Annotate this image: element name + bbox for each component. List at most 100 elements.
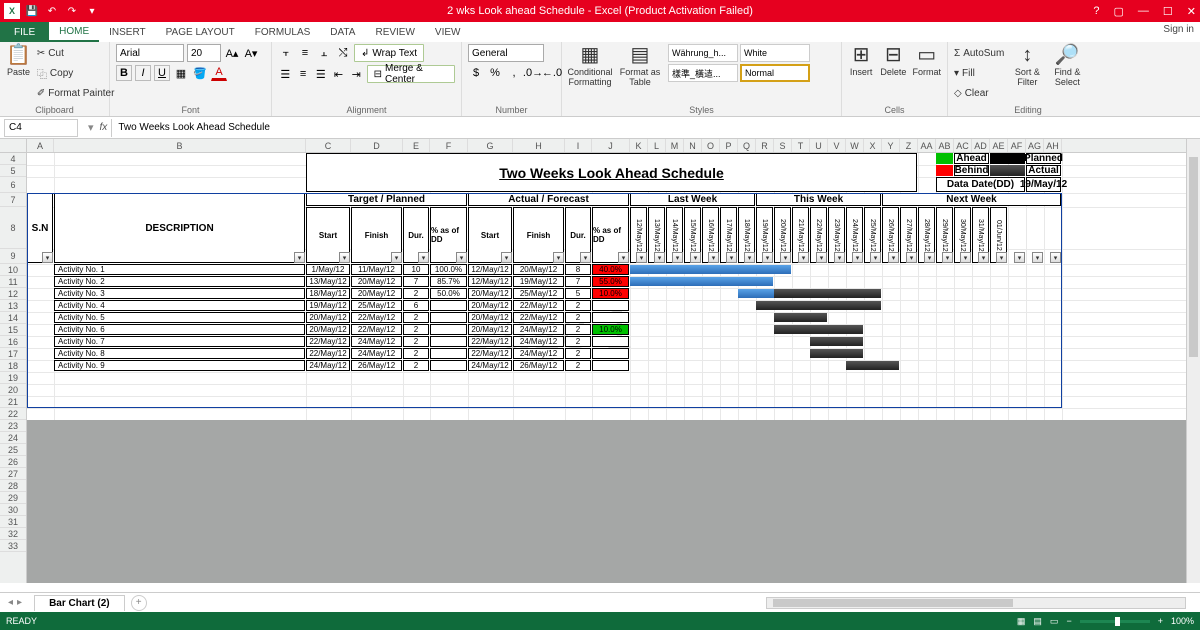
- filter-button[interactable]: ▾: [636, 252, 647, 263]
- a-dur-0[interactable]: 8: [565, 264, 591, 275]
- a-pct-4[interactable]: [592, 312, 629, 323]
- save-icon[interactable]: 💾: [24, 3, 40, 19]
- p-finish-8[interactable]: 26/May/12: [351, 360, 402, 371]
- filter-button[interactable]: ▾: [1050, 252, 1061, 263]
- row-header-21[interactable]: 21: [0, 396, 26, 408]
- filter-button[interactable]: ▾: [553, 252, 564, 263]
- ribbon-display-icon[interactable]: ▢: [1114, 5, 1124, 18]
- p-dur-3[interactable]: 6: [403, 300, 429, 311]
- p-pct-0[interactable]: 100.0%: [430, 264, 467, 275]
- col-header-AC[interactable]: AC: [954, 139, 972, 152]
- col-header-L[interactable]: L: [648, 139, 666, 152]
- col-header-J[interactable]: J: [592, 139, 630, 152]
- row-header-6[interactable]: 6: [0, 177, 26, 193]
- row-header-30[interactable]: 30: [0, 504, 26, 516]
- p-finish-3[interactable]: 25/May/12: [351, 300, 402, 311]
- row-header-23[interactable]: 23: [0, 420, 26, 432]
- align-bottom-icon[interactable]: ⫠: [316, 45, 332, 61]
- activity-desc-0[interactable]: Activity No. 1: [54, 264, 305, 275]
- insert-cells-button[interactable]: ⊞Insert: [848, 44, 874, 78]
- p-dur-2[interactable]: 2: [403, 288, 429, 299]
- a-finish-0[interactable]: 20/May/12: [513, 264, 564, 275]
- gantt-bar[interactable]: [774, 289, 881, 298]
- col-header-AD[interactable]: AD: [972, 139, 990, 152]
- fx-dropdown-icon[interactable]: ▾: [88, 121, 94, 134]
- orientation-icon[interactable]: ⤭: [335, 45, 351, 61]
- col-header-P[interactable]: P: [720, 139, 738, 152]
- filter-button[interactable]: ▾: [654, 252, 665, 263]
- a-pct-7[interactable]: [592, 348, 629, 359]
- col-header-X[interactable]: X: [864, 139, 882, 152]
- legend-planned-color[interactable]: [990, 153, 1025, 164]
- hdr-last-week[interactable]: Last Week: [630, 193, 755, 206]
- row-header-16[interactable]: 16: [0, 336, 26, 348]
- col-header-AA[interactable]: AA: [918, 139, 936, 152]
- a-start-7[interactable]: 22/May/12: [468, 348, 512, 359]
- decrease-indent-icon[interactable]: ⇤: [331, 66, 346, 82]
- p-dur-8[interactable]: 2: [403, 360, 429, 371]
- p-start-3[interactable]: 19/May/12: [306, 300, 350, 311]
- filter-button[interactable]: ▾: [816, 252, 827, 263]
- a-finish-2[interactable]: 25/May/12: [513, 288, 564, 299]
- activity-desc-5[interactable]: Activity No. 6: [54, 324, 305, 335]
- italic-button[interactable]: I: [135, 65, 151, 81]
- filter-button[interactable]: ▾: [978, 252, 989, 263]
- bold-button[interactable]: B: [116, 65, 132, 81]
- filter-button[interactable]: ▾: [852, 252, 863, 263]
- filter-button[interactable]: ▾: [726, 252, 737, 263]
- p-dur-0[interactable]: 10: [403, 264, 429, 275]
- row-header-24[interactable]: 24: [0, 432, 26, 444]
- row-header-9[interactable]: 9: [0, 249, 26, 264]
- col-header-G[interactable]: G: [468, 139, 513, 152]
- row-header-32[interactable]: 32: [0, 528, 26, 540]
- row-header-29[interactable]: 29: [0, 492, 26, 504]
- activity-desc-6[interactable]: Activity No. 7: [54, 336, 305, 347]
- p-pct-8[interactable]: [430, 360, 467, 371]
- p-dur-4[interactable]: 2: [403, 312, 429, 323]
- filter-button[interactable]: ▾: [42, 252, 53, 263]
- row-header-14[interactable]: 14: [0, 312, 26, 324]
- a-pct-8[interactable]: [592, 360, 629, 371]
- increase-font-icon[interactable]: A▴: [224, 45, 240, 61]
- increase-decimal-icon[interactable]: .0→: [525, 65, 541, 81]
- autosum-button[interactable]: ΣAutoSum: [954, 44, 1004, 62]
- col-header-AE[interactable]: AE: [990, 139, 1008, 152]
- filter-button[interactable]: ▾: [870, 252, 881, 263]
- a-start-5[interactable]: 20/May/12: [468, 324, 512, 335]
- close-icon[interactable]: ✕: [1187, 5, 1196, 18]
- select-all-corner[interactable]: [0, 139, 27, 152]
- tab-file[interactable]: FILE: [0, 22, 49, 42]
- a-finish-6[interactable]: 24/May/12: [513, 336, 564, 347]
- a-dur-8[interactable]: 2: [565, 360, 591, 371]
- undo-icon[interactable]: ↶: [44, 3, 60, 19]
- conditional-formatting-button[interactable]: ▦Conditional Formatting: [568, 44, 612, 88]
- paste-button[interactable]: 📋 Paste: [6, 44, 31, 78]
- a-finish-4[interactable]: 22/May/12: [513, 312, 564, 323]
- a-dur-2[interactable]: 5: [565, 288, 591, 299]
- legend-planned[interactable]: Planned: [1026, 153, 1061, 164]
- new-sheet-button[interactable]: +: [131, 595, 147, 611]
- p-dur-6[interactable]: 2: [403, 336, 429, 347]
- align-top-icon[interactable]: ⫟: [278, 45, 294, 61]
- a-start-6[interactable]: 22/May/12: [468, 336, 512, 347]
- row-header-8[interactable]: 8: [0, 207, 26, 249]
- row-header-26[interactable]: 26: [0, 456, 26, 468]
- col-header-D[interactable]: D: [351, 139, 403, 152]
- decrease-decimal-icon[interactable]: ←.0: [544, 65, 560, 81]
- filter-button[interactable]: ▾: [924, 252, 935, 263]
- tab-formulas[interactable]: FORMULAS: [245, 22, 321, 42]
- a-dur-5[interactable]: 2: [565, 324, 591, 335]
- p-start-0[interactable]: 1/May/12: [306, 264, 350, 275]
- filter-button[interactable]: ▾: [339, 252, 350, 263]
- p-start-6[interactable]: 22/May/12: [306, 336, 350, 347]
- col-header-I[interactable]: I: [565, 139, 592, 152]
- cut-button[interactable]: ✂Cut: [37, 44, 115, 62]
- gantt-bar[interactable]: [774, 313, 827, 322]
- row-header-4[interactable]: 4: [0, 153, 26, 165]
- col-header-A[interactable]: A: [27, 139, 54, 152]
- filter-button[interactable]: ▾: [580, 252, 591, 263]
- col-header-Q[interactable]: Q: [738, 139, 756, 152]
- currency-icon[interactable]: $: [468, 65, 484, 81]
- a-start-3[interactable]: 20/May/12: [468, 300, 512, 311]
- hdr-description[interactable]: DESCRIPTION: [54, 193, 305, 263]
